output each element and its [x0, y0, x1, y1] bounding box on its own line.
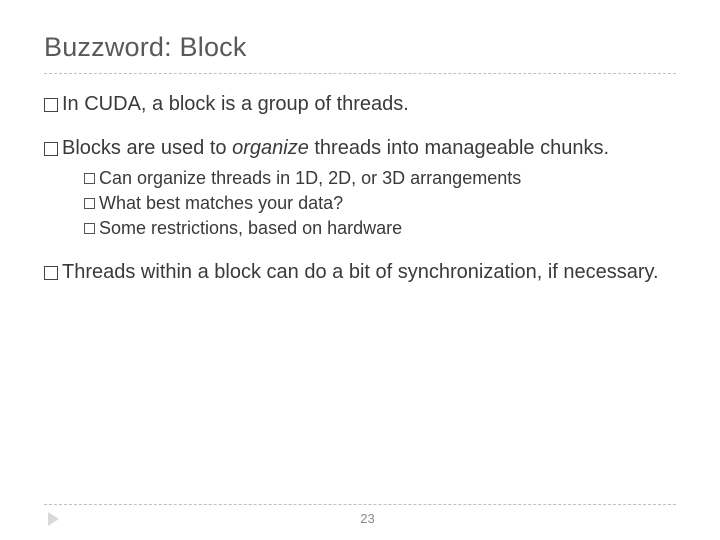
- bullet-text: Blocks are used to organize threads into…: [62, 136, 676, 243]
- square-bullet-icon: [84, 198, 95, 209]
- square-bullet-icon: [44, 98, 58, 112]
- arrow-right-icon: [48, 512, 59, 526]
- bullet-text-fragment: Blocks are used to: [62, 137, 232, 159]
- sub-bullet-text: What best matches your data?: [99, 192, 676, 215]
- square-bullet-icon: [44, 142, 58, 156]
- slide-footer: 23: [0, 504, 720, 526]
- sub-bullet-item: What best matches your data?: [84, 192, 676, 215]
- square-bullet-icon: [84, 173, 95, 184]
- sub-bullet-item: Can organize threads in 1D, 2D, or 3D ar…: [84, 167, 676, 190]
- slide-body: In CUDA, a block is a group of threads. …: [44, 92, 676, 286]
- square-bullet-icon: [84, 223, 95, 234]
- sub-bullet-list: Can organize threads in 1D, 2D, or 3D ar…: [62, 167, 676, 240]
- bullet-text: Threads within a block can do a bit of s…: [62, 260, 676, 286]
- bullet-item: Threads within a block can do a bit of s…: [44, 260, 676, 286]
- square-bullet-icon: [44, 266, 58, 280]
- sub-bullet-item: Some restrictions, based on hardware: [84, 217, 676, 240]
- footer-divider: [44, 504, 676, 505]
- bullet-text-emphasis: organize: [232, 137, 309, 159]
- title-underline: [44, 73, 676, 74]
- page-number: 23: [59, 511, 676, 526]
- bullet-item: Blocks are used to organize threads into…: [44, 136, 676, 243]
- bullet-text: In CUDA, a block is a group of threads.: [62, 92, 676, 118]
- bullet-text-fragment: threads into manageable chunks.: [309, 137, 609, 159]
- sub-bullet-text: Some restrictions, based on hardware: [99, 217, 676, 240]
- slide-title: Buzzword: Block: [44, 32, 676, 63]
- bullet-item: In CUDA, a block is a group of threads.: [44, 92, 676, 118]
- footer-row: 23: [0, 511, 720, 526]
- slide: Buzzword: Block In CUDA, a block is a gr…: [0, 0, 720, 540]
- sub-bullet-text: Can organize threads in 1D, 2D, or 3D ar…: [99, 167, 676, 190]
